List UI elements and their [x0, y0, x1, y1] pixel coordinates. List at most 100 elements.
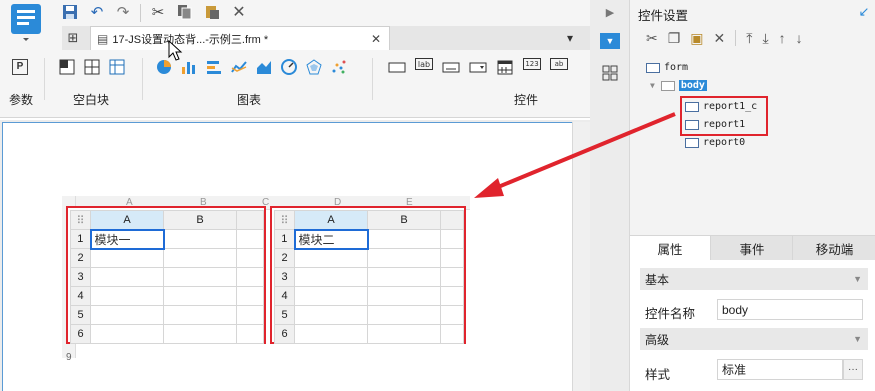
cell[interactable]	[440, 267, 464, 287]
column-header[interactable]: B	[367, 210, 441, 230]
copy-icon[interactable]: ❐	[668, 30, 681, 47]
widget-dropdown-icon[interactable]: ▼	[600, 33, 620, 49]
collapse-icon[interactable]: ▼	[853, 334, 862, 344]
gauge-chart-icon[interactable]	[280, 58, 298, 76]
tab-properties[interactable]: 属性	[630, 236, 711, 261]
parameter-icon[interactable]: P	[12, 58, 28, 75]
cell-a1[interactable]: 模块一	[89, 228, 165, 250]
delete-icon[interactable]: ✕	[714, 30, 726, 47]
cell[interactable]	[163, 286, 237, 306]
radar-chart-icon[interactable]	[305, 58, 323, 76]
row-header[interactable]: 1	[70, 229, 91, 249]
app-menu-logo-icon[interactable]	[8, 3, 44, 43]
text-widget-icon[interactable]	[442, 58, 460, 76]
report1-block[interactable]: ⠿ A B 1 模块一 2 3 4 5 6	[66, 206, 266, 344]
cell[interactable]	[163, 305, 237, 325]
cell[interactable]	[367, 229, 441, 249]
undo-icon[interactable]: ↶	[87, 2, 107, 22]
cell[interactable]	[294, 248, 368, 268]
row-header[interactable]: 6	[274, 324, 295, 344]
date-widget-icon[interactable]	[496, 58, 514, 76]
cell[interactable]	[163, 324, 237, 344]
layout-icon[interactable]	[601, 64, 619, 82]
row-header[interactable]: 4	[70, 286, 91, 306]
cell[interactable]	[236, 324, 264, 344]
dropdown-widget-icon[interactable]	[469, 58, 487, 76]
column-header[interactable]: B	[163, 210, 237, 230]
paste-icon[interactable]	[202, 2, 222, 22]
split-block-icon[interactable]	[108, 58, 126, 76]
move-top-icon[interactable]: ⤒	[746, 30, 752, 47]
cell[interactable]	[236, 305, 264, 325]
move-down-icon[interactable]: ↓	[796, 30, 803, 47]
row-header[interactable]: 3	[274, 267, 295, 287]
cell[interactable]	[294, 324, 368, 344]
cut-icon[interactable]: ✂	[148, 2, 168, 22]
cell[interactable]	[90, 286, 164, 306]
copy-icon[interactable]	[175, 2, 195, 22]
cell[interactable]	[236, 286, 264, 306]
area-chart-icon[interactable]	[255, 58, 273, 76]
tab-mobile[interactable]: 移动端	[794, 236, 875, 261]
cell[interactable]	[367, 305, 441, 325]
cell[interactable]	[90, 305, 164, 325]
cell[interactable]	[163, 248, 237, 268]
tab-list-icon[interactable]: ▾	[562, 30, 578, 46]
tab-document[interactable]: ▤ 17-JS设置动态背...-示例三.frm * ✕	[90, 26, 390, 50]
cell[interactable]	[367, 248, 441, 268]
save-icon[interactable]	[60, 2, 80, 22]
tree-node-report1-c[interactable]: report1_c	[685, 101, 757, 112]
cell[interactable]	[440, 248, 464, 268]
tree-node-report0[interactable]: report0	[685, 137, 745, 148]
column-header[interactable]: A	[90, 210, 164, 230]
cut-icon[interactable]: ✂	[646, 30, 658, 47]
label-widget-icon[interactable]: lab	[415, 58, 433, 70]
delete-icon[interactable]: ✕	[229, 2, 249, 22]
cell[interactable]	[236, 267, 264, 287]
pin-panel-icon[interactable]: ↙	[857, 4, 871, 19]
cell[interactable]	[294, 267, 368, 287]
cell[interactable]	[236, 248, 264, 268]
cell[interactable]	[440, 305, 464, 325]
expand-icon[interactable]: ▼	[650, 81, 655, 90]
cell-a1[interactable]: 模块二	[293, 228, 369, 250]
horizontal-bar-icon[interactable]	[205, 58, 223, 76]
tab-close-icon[interactable]: ✕	[371, 32, 381, 46]
cell[interactable]	[163, 229, 237, 249]
row-header[interactable]: 4	[274, 286, 295, 306]
paste-icon[interactable]: ▣	[690, 30, 703, 47]
column-header[interactable]: A	[294, 210, 368, 230]
cell[interactable]	[440, 286, 464, 306]
cell[interactable]	[90, 248, 164, 268]
row-header[interactable]: 5	[274, 305, 295, 325]
row-header[interactable]: 5	[70, 305, 91, 325]
widget-name-input[interactable]: body	[717, 299, 863, 320]
cell[interactable]	[440, 229, 464, 249]
collapse-icon[interactable]: ▼	[853, 274, 862, 284]
column-header[interactable]	[440, 210, 464, 230]
textarea-widget-icon[interactable]: ab	[550, 58, 568, 70]
tree-node-form[interactable]: form	[646, 62, 688, 73]
move-up-icon[interactable]: ↑	[779, 30, 786, 47]
tab-events[interactable]: 事件	[712, 236, 793, 261]
cell[interactable]	[90, 324, 164, 344]
number-widget-icon[interactable]: 123	[523, 58, 541, 70]
style-more-button[interactable]: ···	[843, 359, 863, 380]
cell[interactable]	[163, 267, 237, 287]
row-header[interactable]: 2	[274, 248, 295, 268]
cell[interactable]	[367, 286, 441, 306]
style-input[interactable]: 标准	[717, 359, 843, 380]
row-header[interactable]: 3	[70, 267, 91, 287]
column-header[interactable]	[236, 210, 264, 230]
redo-icon[interactable]: ↷	[113, 2, 133, 22]
tree-node-report1[interactable]: report1	[685, 119, 745, 130]
cell[interactable]	[90, 267, 164, 287]
cell[interactable]	[367, 324, 441, 344]
button-widget-icon[interactable]	[388, 58, 406, 76]
row-header[interactable]: 6	[70, 324, 91, 344]
tree-node-body[interactable]: ▼ body	[650, 80, 707, 91]
grid-menu-icon[interactable]: ⊞	[64, 29, 82, 47]
cell[interactable]	[440, 324, 464, 344]
cell[interactable]	[367, 267, 441, 287]
cell[interactable]	[294, 305, 368, 325]
